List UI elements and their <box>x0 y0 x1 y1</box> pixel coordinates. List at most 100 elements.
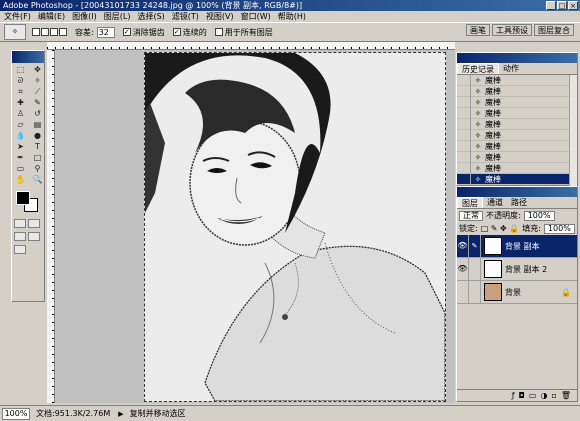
tab-layers[interactable]: 图层 <box>457 197 483 208</box>
menu-window[interactable]: 窗口(W) <box>241 11 271 22</box>
menu-layer[interactable]: 图层(L) <box>104 11 131 22</box>
new-selection-icon[interactable] <box>32 28 40 36</box>
link-cell[interactable] <box>469 281 481 303</box>
history-scrollbar[interactable] <box>569 75 577 187</box>
new-set-icon[interactable]: ▭ <box>529 391 537 400</box>
magic-wand-preset-icon[interactable]: ✧ <box>4 24 26 40</box>
layer-row[interactable]: 背景 🔒 <box>457 281 577 304</box>
zoom-tool-icon[interactable]: 🔍 <box>30 175 45 185</box>
eyedropper-tool-icon[interactable]: ⚲ <box>30 164 45 174</box>
lasso-tool-icon[interactable]: ᘐ <box>13 76 28 86</box>
toolbox-header[interactable] <box>12 51 44 63</box>
tab-actions[interactable]: 动作 <box>499 63 523 74</box>
contiguous-checkbox[interactable]: ✓ 连续的 <box>172 27 207 38</box>
magic-wand-icon: ✧ <box>474 108 482 118</box>
tab-channels[interactable]: 通道 <box>483 197 507 208</box>
eye-icon[interactable]: 👁 <box>457 258 469 280</box>
move-tool-icon[interactable]: ✥ <box>30 65 45 75</box>
menu-select[interactable]: 选择(S) <box>137 11 164 22</box>
adjustment-layer-icon[interactable]: ◑ <box>540 391 547 400</box>
history-item[interactable]: ✧ 魔棒 <box>457 140 577 152</box>
slice-tool-icon[interactable]: ⟋ <box>30 87 45 97</box>
history-item-active[interactable]: ✧ 魔棒 <box>457 173 577 185</box>
close-button[interactable]: × <box>568 1 578 10</box>
menu-help[interactable]: 帮助(H) <box>278 11 306 22</box>
jump-to-imageready-icon[interactable] <box>14 245 26 254</box>
shape-tool-icon[interactable]: □ <box>30 153 45 163</box>
intersect-selection-icon[interactable] <box>59 28 67 36</box>
maximize-button[interactable]: □ <box>557 1 567 10</box>
history-item[interactable]: ✧ 魔棒 <box>457 151 577 163</box>
marquee-tool-icon[interactable]: ⬚ <box>13 65 28 75</box>
pen-tool-icon[interactable]: ✒ <box>13 153 28 163</box>
history-panel-header[interactable] <box>457 53 577 63</box>
trash-icon[interactable]: 🗑 <box>561 391 571 400</box>
tab-brushes[interactable]: 画笔 <box>466 24 490 36</box>
history-item[interactable]: ✧ 魔棒 <box>457 129 577 141</box>
magic-wand-tool-icon[interactable]: ✧ <box>30 76 45 86</box>
zoom-input[interactable]: 100% <box>2 407 30 420</box>
tab-tool-presets[interactable]: 工具预设 <box>492 24 532 36</box>
menu-edit[interactable]: 编辑(E) <box>38 11 65 22</box>
layer-row[interactable]: 👁 背景 副本 2 <box>457 258 577 281</box>
stamp-tool-icon[interactable]: ♙ <box>13 109 28 119</box>
screen-mode-standard-icon[interactable] <box>14 232 26 241</box>
hand-tool-icon[interactable]: ✋ <box>13 175 28 185</box>
fill-input[interactable]: 100% <box>543 223 575 234</box>
blend-mode-select[interactable]: 正常 <box>459 210 483 221</box>
menu-image[interactable]: 图像(I) <box>72 11 97 22</box>
foreground-color[interactable] <box>16 191 30 205</box>
layer-name[interactable]: 背景 <box>505 287 521 298</box>
layer-name[interactable]: 背景 副本 2 <box>505 264 547 275</box>
path-select-icon[interactable]: ➤ <box>13 142 28 152</box>
screen-mode-full-icon[interactable] <box>28 232 40 241</box>
gradient-tool-icon[interactable]: ▤ <box>30 120 45 130</box>
notes-tool-icon[interactable]: ▭ <box>13 164 28 174</box>
new-layer-icon[interactable]: ▫ <box>551 391 556 400</box>
menu-file[interactable]: 文件(F) <box>4 11 31 22</box>
healing-brush-icon[interactable]: ✚ <box>13 98 28 108</box>
tab-layer-comps[interactable]: 图层复合 <box>534 24 574 36</box>
history-item-label: 魔棒 <box>485 163 501 173</box>
menu-filter[interactable]: 滤镜(T) <box>172 11 199 22</box>
subtract-selection-icon[interactable] <box>50 28 58 36</box>
history-item[interactable]: ✧ 魔棒 <box>457 85 577 97</box>
lock-icons[interactable]: □ ✎ ✥ 🔒 <box>481 224 520 233</box>
tolerance-input[interactable]: 32 <box>96 26 115 38</box>
minimize-button[interactable]: _ <box>546 1 556 10</box>
history-item[interactable]: ✧ 魔棒 <box>457 74 577 86</box>
layers-panel-header[interactable] <box>457 187 577 197</box>
eraser-tool-icon[interactable]: ▱ <box>13 120 28 130</box>
brush-tool-icon[interactable]: ✎ <box>30 98 45 108</box>
history-item[interactable]: ✧ 魔棒 <box>457 162 577 174</box>
history-item-label: 魔棒 <box>485 119 501 129</box>
antialias-checkbox[interactable]: ✓ 消除锯齿 <box>122 27 165 38</box>
quickmask-mode-icon[interactable] <box>28 219 40 228</box>
add-selection-icon[interactable] <box>41 28 49 36</box>
all-layers-checkbox[interactable]: 用于所有图层 <box>214 27 273 38</box>
history-brush-icon[interactable]: ↺ <box>30 109 45 119</box>
tab-paths[interactable]: 路径 <box>507 197 531 208</box>
status-menu-icon[interactable]: ▶ <box>118 410 123 418</box>
layer-mask-icon[interactable]: ◘ <box>519 391 525 400</box>
canvas-area <box>47 42 455 403</box>
layer-style-icon[interactable]: ƒ <box>512 391 515 400</box>
standard-mode-icon[interactable] <box>14 219 26 228</box>
menu-view[interactable]: 视图(V) <box>206 11 234 22</box>
history-item[interactable]: ✧ 魔棒 <box>457 107 577 119</box>
layer-name[interactable]: 背景 副本 <box>505 241 540 252</box>
dodge-tool-icon[interactable]: ● <box>30 131 45 141</box>
document-canvas[interactable] <box>144 52 446 402</box>
opacity-input[interactable]: 100% <box>523 210 555 221</box>
eye-cell[interactable] <box>457 281 469 303</box>
tab-history[interactable]: 历史记录 <box>457 63 499 74</box>
link-cell[interactable] <box>469 258 481 280</box>
eye-icon[interactable]: 👁 <box>457 235 469 257</box>
crop-tool-icon[interactable]: ⌗ <box>13 87 28 97</box>
check-icon: ✓ <box>122 28 131 36</box>
type-tool-icon[interactable]: T <box>30 142 45 152</box>
layer-row-active[interactable]: 👁 ✎ 背景 副本 <box>457 235 577 258</box>
history-item[interactable]: ✧ 魔棒 <box>457 96 577 108</box>
blur-tool-icon[interactable]: 💧 <box>13 131 28 141</box>
history-item[interactable]: ✧ 魔棒 <box>457 118 577 130</box>
